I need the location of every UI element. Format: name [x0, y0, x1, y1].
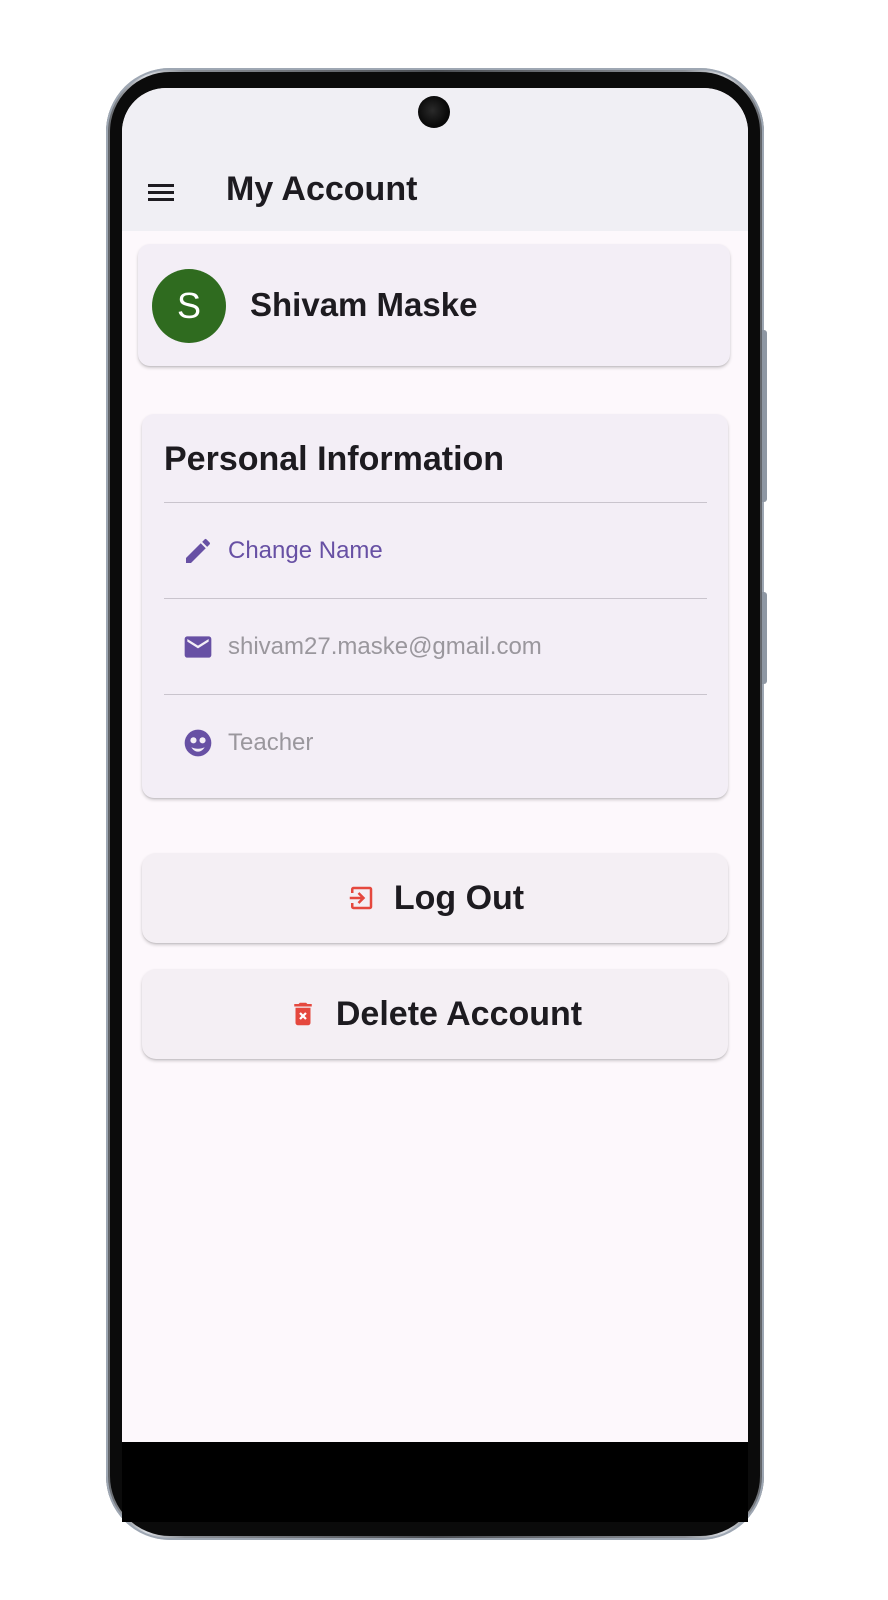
- email-value: shivam27.maske@gmail.com: [228, 633, 542, 660]
- email-row: shivam27.maske@gmail.com: [164, 599, 707, 693]
- profile-card: S Shivam Maske: [138, 244, 730, 366]
- role-value: Teacher: [228, 729, 314, 756]
- logout-icon: [349, 886, 373, 910]
- front-camera: [418, 96, 450, 128]
- app-screen: My Account S Shivam Maske Personal Infor…: [122, 88, 748, 1442]
- delete-account-label: Delete Account: [335, 994, 583, 1033]
- power-button: [762, 592, 767, 684]
- delete-account-button[interactable]: Delete Account: [142, 969, 728, 1059]
- logout-button[interactable]: Log Out: [142, 853, 728, 943]
- section-title: Personal Information: [164, 440, 505, 478]
- menu-icon[interactable]: [146, 180, 176, 204]
- email-icon: [184, 636, 212, 658]
- app-bar: My Account: [122, 88, 748, 231]
- face-icon: [184, 729, 212, 757]
- profile-name: Shivam Maske: [250, 286, 478, 323]
- change-name-label: Change Name: [228, 537, 383, 564]
- page-title: My Account: [226, 170, 418, 208]
- personal-info-card: Personal Information Change Name shivam2…: [142, 414, 728, 798]
- delete-icon: [294, 1002, 312, 1026]
- change-name-row[interactable]: Change Name: [164, 503, 707, 597]
- system-nav-bar: [122, 1442, 748, 1522]
- avatar: S: [152, 269, 226, 343]
- volume-button: [762, 330, 767, 502]
- role-row: Teacher: [164, 695, 707, 789]
- logout-label: Log Out: [393, 878, 525, 917]
- pencil-icon: [186, 538, 211, 563]
